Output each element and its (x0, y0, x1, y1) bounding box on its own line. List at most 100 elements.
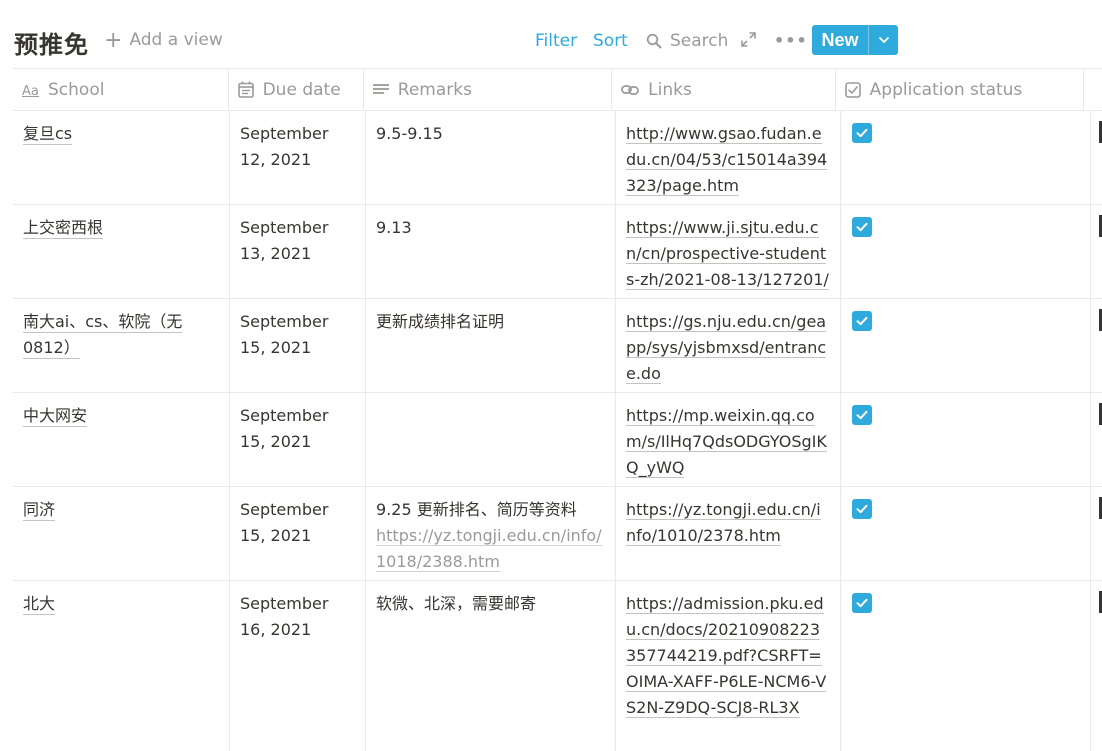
due-date-cell[interactable]: September 15, 2021 (230, 393, 366, 486)
column-label-links: Links (648, 79, 692, 100)
remarks-cell[interactable]: 9.5-9.15 (366, 111, 616, 204)
checkmark-icon (856, 128, 868, 138)
school-cell[interactable]: 南大ai、cs、软院（无0812） (13, 299, 230, 392)
school-name: 北大 (23, 594, 56, 615)
remarks-text: 9.25 更新排名、简历等资料 (376, 500, 577, 519)
column-label-school: School (48, 79, 105, 100)
link-url[interactable]: https://mp.weixin.qq.com/s/IlHq7QdsODGYO… (626, 406, 827, 478)
link-url[interactable]: https://gs.nju.edu.cn/geapp/sys/yjsbmxsd… (626, 312, 827, 384)
status-checkbox[interactable] (852, 123, 872, 143)
status-cell[interactable] (841, 111, 1091, 204)
links-cell[interactable]: https://www.ji.sjtu.edu.cn/cn/prospectiv… (616, 205, 841, 298)
links-cell[interactable]: http://www.gsao.fudan.edu.cn/04/53/c1501… (616, 111, 841, 204)
remarks-cell[interactable]: 更新成绩排名证明 (366, 299, 616, 392)
table-row[interactable]: 上交密西根 September 13, 2021 9.13 https://ww… (13, 205, 1102, 299)
column-label-remarks: Remarks (397, 79, 472, 100)
link-url[interactable]: http://www.gsao.fudan.edu.cn/04/53/c1501… (626, 124, 828, 196)
filter-button[interactable]: Filter (535, 31, 577, 51)
remarks-cell[interactable]: 9.13 (366, 205, 616, 298)
chevron-down-icon (878, 37, 889, 43)
search-label: Search (670, 31, 729, 51)
add-view-label: Add a view (129, 30, 223, 50)
checkmark-icon (856, 598, 868, 608)
school-cell[interactable]: 北大 (13, 581, 230, 751)
links-cell[interactable]: https://yz.tongji.edu.cn/info/1010/2378.… (616, 487, 841, 580)
new-button-group: New (812, 25, 898, 55)
school-name: 上交密西根 (23, 218, 104, 239)
checkmark-icon (856, 504, 868, 514)
row-overflow (1091, 393, 1102, 486)
column-header-overflow (1084, 69, 1102, 110)
status-cell[interactable] (841, 487, 1091, 580)
column-header-links[interactable]: Links (612, 69, 836, 110)
checkmark-icon (856, 316, 868, 326)
search-button[interactable]: Search (646, 31, 728, 51)
sort-button[interactable]: Sort (593, 31, 628, 51)
remarks-cell[interactable]: 9.25 更新排名、简历等资料 https://yz.tongji.edu.cn… (366, 487, 616, 580)
status-cell[interactable] (841, 205, 1091, 298)
table-row[interactable]: 北大 September 16, 2021 软微、北深，需要邮寄 https:/… (13, 581, 1102, 751)
column-header-due-date[interactable]: Due date (229, 69, 364, 110)
remarks-link[interactable]: https://yz.tongji.edu.cn/info/1018/2388.… (376, 526, 602, 572)
status-checkbox[interactable] (852, 593, 872, 613)
database-title[interactable]: 预推免 (14, 25, 89, 60)
column-header-school[interactable]: Aa School (13, 69, 229, 110)
expand-button[interactable] (740, 31, 757, 52)
school-name: 南大ai、cs、软院（无0812） (23, 312, 183, 359)
row-overflow (1091, 487, 1102, 580)
link-url[interactable]: https://admission.pku.edu.cn/docs/202109… (626, 594, 827, 718)
status-checkbox[interactable] (852, 499, 872, 519)
row-overflow (1091, 299, 1102, 392)
school-name: 复旦cs (23, 124, 73, 145)
table-row[interactable]: 复旦cs September 12, 2021 9.5-9.15 http://… (13, 111, 1102, 205)
due-date-cell[interactable]: September 15, 2021 (230, 487, 366, 580)
database-page: 预推免 + Add a view Filter Sort Search ••• (0, 0, 1102, 751)
school-cell[interactable]: 上交密西根 (13, 205, 230, 298)
remarks-text: 更新成绩排名证明 (376, 312, 505, 331)
column-header-application-status[interactable]: Application status (836, 69, 1085, 110)
due-date-cell[interactable]: September 13, 2021 (230, 205, 366, 298)
svg-text:Aa: Aa (22, 84, 39, 97)
new-button[interactable]: New (812, 25, 868, 55)
status-cell[interactable] (841, 393, 1091, 486)
column-label-due-date: Due date (262, 79, 341, 100)
links-cell[interactable]: https://admission.pku.edu.cn/docs/202109… (616, 581, 841, 751)
remarks-text: 软微、北深，需要邮寄 (376, 594, 537, 613)
table-row[interactable]: 同济 September 15, 2021 9.25 更新排名、简历等资料 ht… (13, 487, 1102, 581)
link-url[interactable]: https://www.ji.sjtu.edu.cn/cn/prospectiv… (626, 218, 829, 290)
checkbox-icon (844, 81, 861, 98)
table-row[interactable]: 南大ai、cs、软院（无0812） September 15, 2021 更新成… (13, 299, 1102, 393)
add-view-button[interactable]: + Add a view (104, 29, 223, 51)
more-button[interactable]: ••• (774, 31, 808, 50)
remarks-text: 9.5-9.15 (376, 124, 443, 143)
new-dropdown-button[interactable] (869, 25, 898, 55)
school-cell[interactable]: 同济 (13, 487, 230, 580)
row-overflow (1091, 205, 1102, 298)
remarks-cell[interactable] (366, 393, 616, 486)
remarks-cell[interactable]: 软微、北深，需要邮寄 (366, 581, 616, 751)
school-name: 中大网安 (23, 406, 88, 427)
column-header-remarks[interactable]: Remarks (364, 69, 613, 110)
calendar-icon (237, 81, 254, 98)
link-url[interactable]: https://yz.tongji.edu.cn/info/1010/2378.… (626, 500, 821, 546)
checkmark-icon (856, 222, 868, 232)
table-row[interactable]: 中大网安 September 15, 2021 https://mp.weixi… (13, 393, 1102, 487)
due-date-cell[interactable]: September 16, 2021 (230, 581, 366, 751)
status-checkbox[interactable] (852, 311, 872, 331)
status-cell[interactable] (841, 299, 1091, 392)
links-cell[interactable]: https://mp.weixin.qq.com/s/IlHq7QdsODGYO… (616, 393, 841, 486)
table-header: Aa School Due date Remarks Links Applica… (13, 68, 1102, 111)
status-checkbox[interactable] (852, 405, 872, 425)
school-cell[interactable]: 中大网安 (13, 393, 230, 486)
status-cell[interactable] (841, 581, 1091, 751)
due-date-cell[interactable]: September 15, 2021 (230, 299, 366, 392)
school-cell[interactable]: 复旦cs (13, 111, 230, 204)
expand-icon (741, 32, 756, 47)
row-overflow (1091, 111, 1102, 204)
status-checkbox[interactable] (852, 217, 872, 237)
more-icon: ••• (774, 31, 808, 50)
links-cell[interactable]: https://gs.nju.edu.cn/geapp/sys/yjsbmxsd… (616, 299, 841, 392)
row-overflow (1091, 581, 1102, 751)
due-date-cell[interactable]: September 12, 2021 (230, 111, 366, 204)
remarks-text: 9.13 (376, 218, 412, 237)
